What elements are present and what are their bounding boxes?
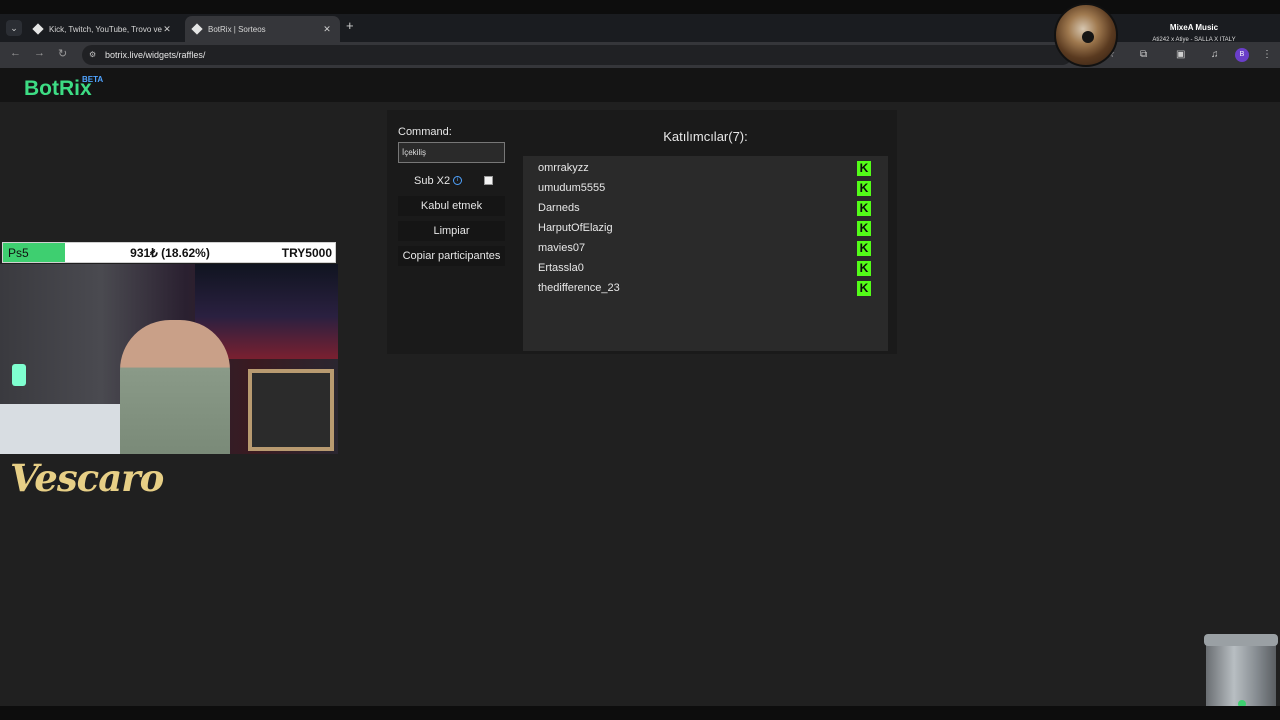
kick-platform-icon: K: [857, 201, 871, 216]
tip-jar-widget: [1204, 634, 1278, 716]
back-icon[interactable]: ←: [10, 47, 21, 59]
command-input[interactable]: [398, 142, 505, 163]
album-disc-image: [1054, 3, 1118, 67]
tab-favicon-icon: [32, 23, 44, 35]
participants-title: Katılımcılar(7):: [663, 129, 748, 144]
browser-tab-botrix[interactable]: BotRix | Sorteos ✕: [185, 16, 340, 42]
clear-button[interactable]: Limpiar: [398, 221, 505, 241]
browser-tab-kick[interactable]: Kick, Twitch, YouTube, Trovo ve ✕: [26, 16, 180, 42]
beta-badge: BETA: [82, 75, 104, 84]
goal-target: TRY5000: [281, 246, 332, 260]
participant-name: Darneds: [538, 202, 580, 214]
kick-platform-icon: K: [857, 221, 871, 236]
tab-favicon-icon: [191, 23, 203, 35]
copy-participants-button[interactable]: Copiar participantes: [398, 246, 505, 266]
kick-platform-icon: K: [857, 241, 871, 256]
tab-label: Kick, Twitch, YouTube, Trovo ve: [49, 24, 162, 34]
participant-name: HarputOfElazig: [538, 222, 613, 234]
music-overlay: MixeA Music Ati242 x Atiye - SALLA X ITA…: [1052, 3, 1274, 67]
participant-name: Ertassla0: [538, 262, 584, 274]
participant-name: umudum5555: [538, 182, 606, 194]
close-tab-icon[interactable]: ✕: [322, 24, 332, 35]
webcam-feed: [0, 264, 338, 454]
streamer-logo: Vescaro: [10, 456, 164, 500]
streamer-figure: [120, 320, 230, 454]
jar-lid: [1204, 634, 1278, 646]
participant-name: mavies07: [538, 242, 586, 254]
participant-name: thedifference_23: [538, 282, 620, 294]
sub-x2-label: Sub X2: [414, 175, 451, 187]
accept-button[interactable]: Kabul etmek: [398, 196, 505, 216]
rgb-light: [12, 364, 26, 386]
chalkboard: [248, 369, 334, 451]
kick-platform-icon: K: [857, 161, 871, 176]
reload-icon[interactable]: ↻: [58, 47, 67, 60]
music-title: MixeA Music: [1169, 23, 1219, 32]
kick-platform-icon: K: [857, 181, 871, 196]
info-icon[interactable]: i: [453, 176, 462, 185]
tab-label: BotRix | Sorteos: [208, 24, 266, 34]
participant-name: omrrakyzz: [538, 162, 589, 174]
forward-icon[interactable]: →: [34, 47, 45, 59]
kick-platform-icon: K: [857, 261, 871, 276]
url-input[interactable]: ⚙ botrix.live/widgets/raffles/: [82, 45, 1072, 65]
command-label: Command:: [398, 126, 452, 138]
disc-hole: [1082, 31, 1094, 43]
music-artist: Ati242 x Atiye - SALLA X ITALY: [1152, 37, 1236, 43]
site-info-icon[interactable]: ⚙: [89, 45, 96, 65]
new-tab-button[interactable]: +: [346, 18, 354, 33]
url-text: botrix.live/widgets/raffles/: [105, 50, 206, 60]
bottom-letterbox: [0, 706, 1280, 720]
donation-goal-bar: Ps5 931₺ (18.62%) TRY5000: [2, 242, 336, 263]
sub-x2-checkbox[interactable]: [484, 176, 493, 185]
site-header: [0, 68, 1280, 102]
kick-platform-icon: K: [857, 281, 871, 296]
tab-search-button[interactable]: ⌄: [6, 20, 22, 36]
close-tab-icon[interactable]: ✕: [162, 24, 172, 35]
desk: [0, 404, 120, 454]
